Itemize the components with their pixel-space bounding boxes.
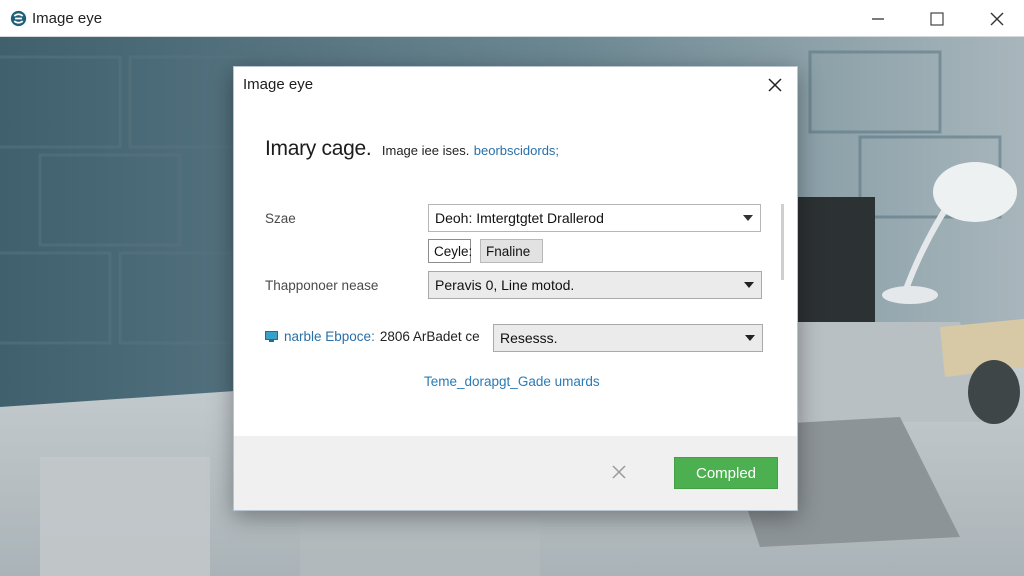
window-titlebar: Image eye bbox=[0, 0, 1024, 37]
method-label: Thapponoer nease bbox=[265, 278, 379, 293]
maximize-button[interactable] bbox=[914, 0, 960, 37]
scrollbar[interactable] bbox=[781, 204, 784, 280]
template-link[interactable]: Teme_dorapgt_Gade umards bbox=[424, 374, 600, 389]
resess-select-value: Resesss. bbox=[500, 330, 558, 346]
dialog-heading: Imary cage. Image iee ises. beorbscidord… bbox=[265, 137, 559, 161]
export-info: 2806 ArBadet ce bbox=[379, 329, 480, 344]
app-logo-icon bbox=[10, 10, 27, 27]
dialog-title: Image eye bbox=[243, 76, 314, 93]
footer-dismiss-button[interactable] bbox=[607, 460, 631, 484]
minimize-icon bbox=[872, 17, 884, 20]
completed-button[interactable]: Compled bbox=[674, 457, 778, 489]
export-link[interactable]: narble Ebpoce: bbox=[284, 329, 375, 344]
method-select-value: Peravis 0, Line motod. bbox=[435, 277, 575, 293]
monitor-icon bbox=[265, 330, 278, 342]
finaline-button[interactable]: Fnaline bbox=[480, 239, 543, 263]
heading-link[interactable]: beorbscidords; bbox=[474, 143, 559, 158]
chevron-down-icon bbox=[738, 325, 762, 351]
size-select[interactable]: Deoh: Imtergtgtet Drallerod bbox=[428, 204, 761, 232]
method-select[interactable]: Peravis 0, Line motod. bbox=[428, 271, 762, 299]
maximize-icon bbox=[930, 11, 944, 26]
size-select-value: Deoh: Imtergtgtet Drallerod bbox=[435, 210, 604, 226]
close-icon bbox=[768, 78, 782, 92]
window-close-button[interactable] bbox=[974, 0, 1020, 37]
minimize-button[interactable] bbox=[855, 0, 901, 37]
resess-select[interactable]: Resesss. bbox=[493, 324, 763, 352]
heading-sub: Image iee ises. bbox=[381, 143, 470, 158]
image-eye-dialog: Image eye Imary cage. Image iee ises. be… bbox=[233, 66, 798, 511]
dialog-close-button[interactable] bbox=[760, 71, 790, 99]
size-label: Szae bbox=[265, 211, 296, 226]
heading-main: Imary cage. bbox=[265, 137, 372, 160]
window-title: Image eye bbox=[32, 10, 103, 27]
export-row: narble Ebpoce: 2806 ArBadet ce bbox=[265, 329, 480, 344]
close-icon bbox=[990, 12, 1004, 25]
chevron-down-icon bbox=[737, 272, 761, 298]
cycle-button[interactable]: Ceyle: bbox=[428, 239, 472, 263]
close-icon bbox=[612, 465, 626, 479]
chevron-down-icon bbox=[736, 205, 760, 231]
